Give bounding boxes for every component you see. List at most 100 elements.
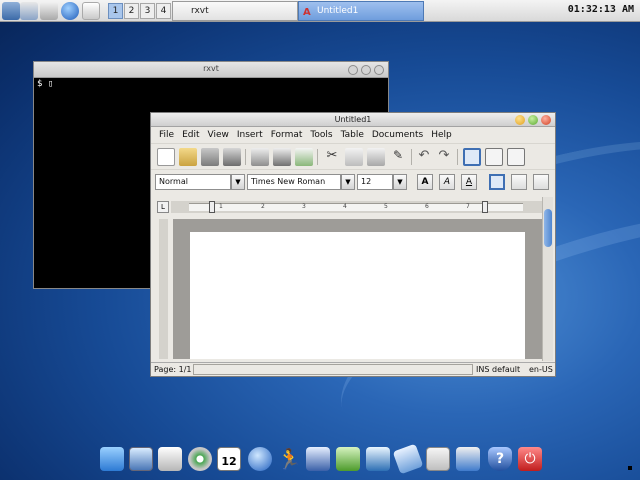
upload-icon[interactable]: [20, 2, 38, 20]
align-center-icon[interactable]: [511, 174, 527, 190]
runner-icon[interactable]: 🏃: [277, 447, 302, 471]
spellcheck-icon[interactable]: [295, 148, 313, 166]
workspace-1[interactable]: 1: [108, 3, 123, 19]
font-select[interactable]: Times New Roman: [247, 174, 341, 190]
network-globe-icon[interactable]: [248, 447, 272, 471]
underline-button[interactable]: A: [461, 174, 477, 190]
task-rxvt[interactable]: rxvt: [172, 1, 298, 21]
ruler-tick: 2: [261, 203, 265, 210]
document-page[interactable]: [190, 232, 525, 359]
ruler-track: [189, 203, 523, 211]
workspace-3[interactable]: 3: [140, 3, 155, 19]
print-preview-icon[interactable]: [273, 148, 291, 166]
maximize-icon[interactable]: [361, 65, 371, 75]
power-icon[interactable]: ⏻: [518, 447, 542, 471]
save-as-icon[interactable]: [223, 148, 241, 166]
abiword-titlebar[interactable]: Untitled1: [151, 113, 555, 127]
italic-button[interactable]: A: [439, 174, 455, 190]
finder-icon[interactable]: [100, 447, 124, 471]
toolbar-separator: [411, 149, 412, 165]
menu-help[interactable]: Help: [427, 127, 456, 143]
ruler-tick: 3: [302, 203, 306, 210]
paste-icon[interactable]: [367, 148, 385, 166]
help-icon[interactable]: ?: [488, 447, 512, 471]
save-icon[interactable]: [201, 148, 219, 166]
dock: 12 🏃 ? ⏻: [100, 443, 546, 475]
minimize-icon[interactable]: [348, 65, 358, 75]
format-painter-icon[interactable]: ✎: [389, 148, 407, 166]
menu-tools[interactable]: Tools: [306, 127, 336, 143]
copy-icon[interactable]: [345, 148, 363, 166]
one-column-icon[interactable]: [463, 148, 481, 166]
vertical-scrollbar[interactable]: [542, 197, 553, 361]
close-icon[interactable]: [541, 115, 551, 125]
three-columns-icon[interactable]: [507, 148, 525, 166]
chevron-down-icon[interactable]: ▼: [341, 174, 355, 190]
menu-file[interactable]: File: [155, 127, 178, 143]
chevron-down-icon[interactable]: ▼: [393, 174, 407, 190]
style-select[interactable]: Normal: [155, 174, 231, 190]
rxvt-titlebar[interactable]: rxvt: [34, 62, 388, 78]
left-indent-marker[interactable]: [209, 201, 215, 213]
calendar-day: 12: [221, 455, 237, 468]
search-icon[interactable]: [82, 2, 100, 20]
cut-icon[interactable]: ✂: [323, 148, 341, 166]
menu-documents[interactable]: Documents: [368, 127, 427, 143]
terminal-prompt[interactable]: $ ▯: [34, 78, 388, 90]
menu-insert[interactable]: Insert: [233, 127, 267, 143]
download-icon[interactable]: [456, 447, 480, 471]
minimize-icon[interactable]: [515, 115, 525, 125]
font-size-select[interactable]: 12: [357, 174, 393, 190]
terminal-icon[interactable]: [366, 447, 390, 471]
ruler-tick: 5: [384, 203, 388, 210]
monitor-icon[interactable]: [129, 447, 153, 471]
window-icon[interactable]: [336, 447, 360, 471]
two-columns-icon[interactable]: [485, 148, 503, 166]
horizontal-ruler[interactable]: 1 2 3 4 5 6 7: [171, 201, 543, 213]
bold-button[interactable]: A: [417, 174, 433, 190]
menu-table[interactable]: Table: [337, 127, 368, 143]
document-icon[interactable]: [306, 447, 330, 471]
language: en-US: [529, 365, 553, 374]
top-panel: 1 2 3 4 rxvt A Untitled1 01:32:13 AM: [0, 0, 640, 22]
document-area[interactable]: [173, 219, 543, 359]
chevron-down-icon[interactable]: ▼: [231, 174, 245, 190]
menu-edit[interactable]: Edit: [178, 127, 203, 143]
close-icon[interactable]: [374, 65, 384, 75]
usb-icon[interactable]: [392, 443, 424, 475]
globe-icon[interactable]: [61, 2, 79, 20]
workspace-4[interactable]: 4: [156, 3, 171, 19]
redo-icon[interactable]: ↷: [435, 148, 453, 166]
toolbar-separator: [245, 149, 246, 165]
scrollbar-thumb[interactable]: [544, 209, 552, 247]
cleanup-icon[interactable]: [158, 447, 182, 471]
task-untitled1-label: Untitled1: [317, 6, 359, 16]
align-right-icon[interactable]: [533, 174, 549, 190]
waveform-icon[interactable]: [426, 447, 450, 471]
disc-icon[interactable]: [188, 447, 212, 471]
status-bar: Page: 1/1 INS default en-US: [151, 362, 555, 376]
maximize-icon[interactable]: [528, 115, 538, 125]
workspace-2[interactable]: 2: [124, 3, 139, 19]
menu-format[interactable]: Format: [267, 127, 307, 143]
menu-bar: File Edit View Insert Format Tools Table…: [151, 127, 555, 143]
paragraph-style: default: [492, 365, 521, 374]
ruler-tick: 4: [343, 203, 347, 210]
tab-stop-selector[interactable]: L: [157, 201, 169, 213]
task-untitled1[interactable]: A Untitled1: [298, 1, 424, 21]
task-rxvt-label: rxvt: [191, 6, 209, 16]
calendar-icon[interactable]: 12: [217, 447, 241, 471]
menu-view[interactable]: View: [204, 127, 233, 143]
align-left-icon[interactable]: [489, 174, 505, 190]
right-indent-marker[interactable]: [482, 201, 488, 213]
rxvt-title: rxvt: [203, 64, 219, 73]
volume-icon[interactable]: [40, 2, 58, 20]
ruler-tick: 7: [466, 203, 470, 210]
abiword-window[interactable]: Untitled1 File Edit View Insert Format T…: [150, 112, 556, 377]
computer-icon[interactable]: [2, 2, 20, 20]
open-folder-icon[interactable]: [179, 148, 197, 166]
clock: 01:32:13 AM: [567, 4, 634, 15]
undo-icon[interactable]: ↶: [415, 148, 433, 166]
new-document-icon[interactable]: [157, 148, 175, 166]
print-icon[interactable]: [251, 148, 269, 166]
